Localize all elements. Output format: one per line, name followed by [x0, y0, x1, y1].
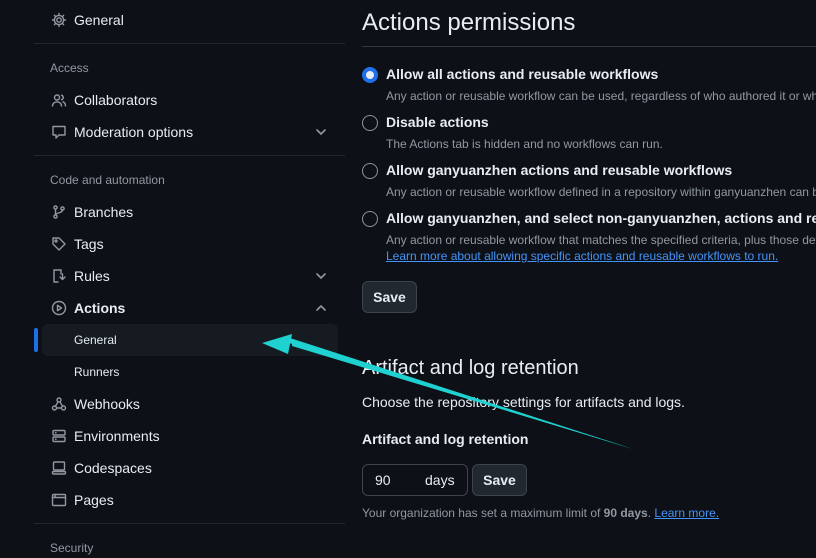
- branch-icon: [50, 203, 68, 221]
- radio-label: Disable actions: [386, 114, 489, 130]
- sidebar-item-rules[interactable]: Rules: [42, 261, 338, 291]
- org-note-prefix: Your organization has set a maximum limi…: [362, 506, 604, 520]
- radio-description: Any action or reusable workflow that mat…: [386, 233, 816, 247]
- main-content: Actions permissions Allow all actions an…: [362, 0, 816, 558]
- radio-description: Any action or reusable workflow defined …: [386, 185, 816, 199]
- page-title: Actions permissions: [362, 9, 576, 36]
- section-label-access: Access: [50, 61, 89, 75]
- chevron-up-icon: [314, 301, 328, 315]
- retention-description: Choose the repository settings for artif…: [362, 394, 685, 410]
- sidebar-subitem-label: Runners: [74, 365, 120, 379]
- sidebar-subitem-actions-runners[interactable]: Runners: [42, 356, 338, 388]
- sidebar-item-moderation[interactable]: Moderation options: [42, 117, 338, 147]
- people-icon: [50, 91, 68, 109]
- comment-icon: [50, 123, 68, 141]
- retention-input-group: days: [362, 464, 468, 496]
- sidebar-item-codespaces[interactable]: Codespaces: [42, 453, 338, 483]
- sidebar-item-pages[interactable]: Pages: [42, 485, 338, 515]
- active-indicator: [34, 328, 38, 352]
- title-divider: [362, 46, 816, 47]
- save-button[interactable]: Save: [362, 281, 417, 313]
- days-suffix: days: [425, 472, 455, 488]
- radio-label: Allow ganyuanzhen, and select non-ganyua…: [386, 210, 816, 226]
- retention-save-button[interactable]: Save: [472, 464, 527, 496]
- sidebar-item-general[interactable]: General: [42, 5, 338, 35]
- sidebar-item-label: General: [74, 12, 124, 28]
- sidebar-item-collaborators[interactable]: Collaborators: [42, 85, 338, 115]
- retention-title: Artifact and log retention: [362, 357, 579, 379]
- tag-icon: [50, 235, 68, 253]
- radio-description: Any action or reusable workflow can be u…: [386, 89, 816, 103]
- sidebar-item-branches[interactable]: Branches: [42, 197, 338, 227]
- rules-icon: [50, 267, 68, 285]
- radio-button[interactable]: [362, 211, 378, 227]
- sidebar-subitem-actions-general[interactable]: General: [42, 324, 338, 356]
- section-label-security: Security: [50, 541, 94, 555]
- sidebar-item-webhooks[interactable]: Webhooks: [42, 389, 338, 419]
- section-label-code-automation: Code and automation: [50, 173, 165, 187]
- radio-label: Allow ganyuanzhen actions and reusable w…: [386, 162, 733, 178]
- sidebar-divider: [34, 43, 345, 44]
- sidebar-subitem-label: General: [74, 333, 117, 347]
- chevron-down-icon: [314, 125, 328, 139]
- radio-button[interactable]: [362, 115, 378, 131]
- radio-label: Allow all actions and reusable workflows: [386, 66, 659, 82]
- org-limit-note: Your organization has set a maximum limi…: [362, 506, 719, 520]
- sidebar-item-label: Tags: [74, 236, 104, 252]
- webhook-icon: [50, 395, 68, 413]
- codespaces-icon: [50, 459, 68, 477]
- sidebar-item-label: Collaborators: [74, 92, 158, 108]
- retention-field-label: Artifact and log retention: [362, 431, 529, 447]
- sidebar-item-label: Branches: [74, 204, 134, 220]
- radio-description: The Actions tab is hidden and no workflo…: [386, 137, 663, 151]
- gear-icon: [50, 11, 68, 29]
- sidebar-item-label: Actions: [74, 300, 126, 316]
- sidebar-item-label: Pages: [74, 492, 114, 508]
- retention-days-input[interactable]: [363, 472, 413, 488]
- sidebar-item-tags[interactable]: Tags: [42, 229, 338, 259]
- sidebar-item-label: Webhooks: [74, 396, 140, 412]
- learn-more-link[interactable]: Learn more about allowing specific actio…: [386, 249, 778, 263]
- play-circle-icon: [50, 299, 68, 317]
- settings-sidebar: General Access Collaborators Moderation …: [0, 0, 345, 558]
- sidebar-item-actions[interactable]: Actions: [42, 293, 338, 323]
- server-icon: [50, 427, 68, 445]
- learn-more-link[interactable]: Learn more.: [654, 506, 719, 520]
- sidebar-item-label: Moderation options: [74, 124, 194, 140]
- org-note-limit: 90 days: [603, 506, 648, 520]
- sidebar-item-label: Rules: [74, 268, 110, 284]
- sidebar-divider: [34, 523, 345, 524]
- browser-icon: [50, 491, 68, 509]
- sidebar-divider: [34, 155, 345, 156]
- radio-button-checked[interactable]: [362, 67, 378, 83]
- sidebar-item-label: Codespaces: [74, 460, 152, 476]
- sidebar-item-label: Environments: [74, 428, 160, 444]
- radio-button[interactable]: [362, 163, 378, 179]
- chevron-down-icon: [314, 269, 328, 283]
- sidebar-item-environments[interactable]: Environments: [42, 421, 338, 451]
